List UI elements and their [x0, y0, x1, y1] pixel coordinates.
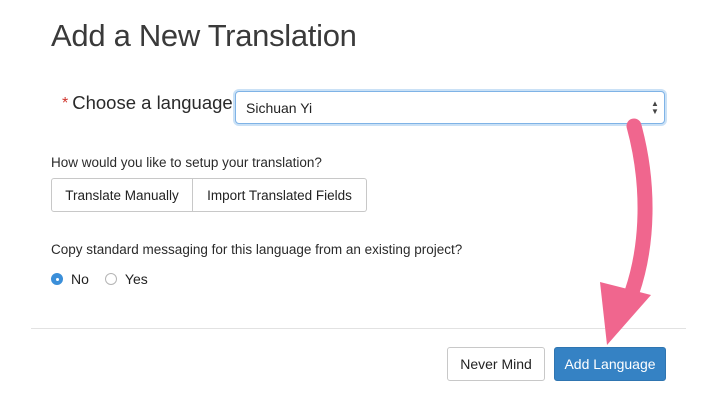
- copy-question: Copy standard messaging for this languag…: [51, 242, 463, 257]
- copy-radio-group: No Yes: [51, 271, 164, 287]
- required-mark: *: [62, 95, 69, 112]
- radio-yes-label: Yes: [124, 271, 148, 287]
- setup-question: How would you like to setup your transla…: [51, 155, 322, 170]
- radio-no-label: No: [71, 271, 89, 287]
- dialog-title: Add a New Translation: [51, 18, 357, 53]
- language-field-label: * Choose a language: [62, 92, 233, 114]
- import-translated-fields-button[interactable]: Import Translated Fields: [193, 178, 367, 212]
- footer-divider: [31, 328, 686, 329]
- radio-yes[interactable]: [104, 273, 117, 285]
- never-mind-button[interactable]: Never Mind: [447, 347, 545, 381]
- add-language-button[interactable]: Add Language: [554, 347, 666, 381]
- language-select[interactable]: Sichuan Yi ▲ ▼: [235, 91, 665, 124]
- radio-no[interactable]: [51, 273, 63, 285]
- language-select-value: Sichuan Yi: [246, 99, 313, 116]
- radio-option-no[interactable]: No: [51, 271, 89, 287]
- radio-option-yes[interactable]: Yes: [104, 271, 148, 287]
- setup-button-group: Translate Manually Import Translated Fie…: [51, 178, 367, 212]
- translate-manually-button[interactable]: Translate Manually: [51, 178, 193, 212]
- language-label-text: Choose a language: [72, 92, 233, 113]
- select-updown-icon: ▲ ▼: [651, 99, 659, 116]
